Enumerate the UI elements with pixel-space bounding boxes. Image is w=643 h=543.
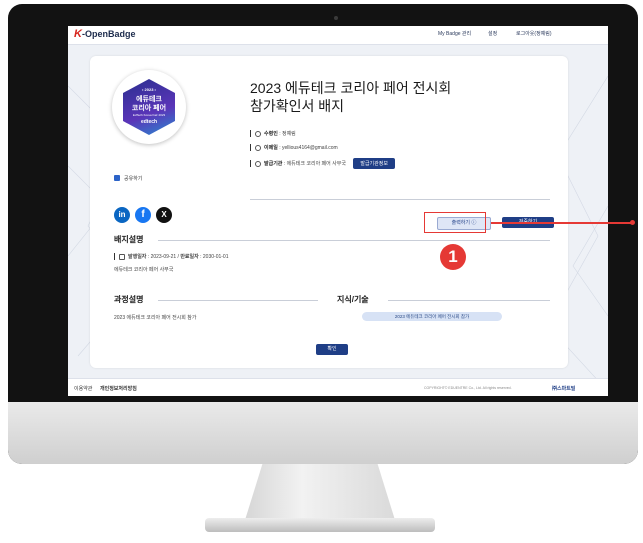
skill-tag[interactable]: 2023 에듀테크 코리아 페어 전시회 참가	[362, 312, 502, 321]
camera	[334, 16, 338, 20]
badge-description-text: 에듀테크 코리아 페어 사무국	[114, 267, 174, 273]
footer: 이용약관 개인정보처리방침 COPYRIGHT© EDUENTRE Co., L…	[68, 378, 608, 396]
callout-dot	[630, 220, 635, 225]
openbadge-logo[interactable]: K-OpenBadge	[74, 28, 135, 40]
badge-description-title: 배지설명	[114, 235, 144, 244]
share-checkbox[interactable]	[114, 175, 120, 188]
badge-dates: 발행일자 : 2023-09-21 / 만료일자 : 2030-01-01	[114, 253, 228, 261]
monitor-base	[205, 518, 435, 532]
nav-logout[interactable]: 로그아웃(정예림)	[516, 30, 552, 37]
skills-title: 지식/기술	[337, 295, 369, 304]
course-title: 과정설명	[114, 295, 144, 304]
email-row: 이메일 : yellious4164@gmail.com	[250, 144, 338, 152]
user-icon	[255, 130, 261, 137]
share-label: 공유하기	[124, 176, 143, 182]
divider	[158, 300, 318, 301]
confirm-button[interactable]: 확인	[316, 344, 348, 355]
badge-subtitle: EdTech Korea Fair 2023	[132, 113, 166, 117]
linkedin-icon[interactable]: in	[114, 207, 130, 223]
divider	[158, 240, 550, 241]
badge-image: • 2023 • 에듀테크 코리아 페어 EdTech Korea Fair 2…	[112, 70, 186, 144]
print-button-highlight	[424, 212, 486, 233]
badge-hexagon: • 2023 • 에듀테크 코리아 페어 EdTech Korea Fair 2…	[123, 79, 175, 135]
nav-my-badge[interactable]: My Badge 관리	[438, 30, 471, 37]
divider	[388, 300, 550, 301]
company-logo: ㈜스마트빌	[552, 386, 576, 392]
monitor-stand	[244, 464, 396, 522]
badge-detail-card: • 2023 • 에듀테크 코리아 페어 EdTech Korea Fair 2…	[90, 56, 568, 368]
screen: K-OpenBadge My Badge 관리 설정 로그아웃(정예림) • 2…	[68, 26, 608, 396]
badge-title-line1: 2023 에듀테크 코리아 페어 전시회	[250, 80, 452, 96]
badge-line2: 코리아 페어	[131, 105, 167, 112]
callout-line	[491, 222, 631, 224]
calendar-icon	[119, 253, 125, 260]
course-text: 2023 에듀테크 코리아 페어 전시회 참가	[114, 315, 197, 321]
badge-year: • 2023 •	[142, 87, 156, 92]
facebook-icon[interactable]: f	[135, 207, 151, 223]
badge-brand: edtech	[140, 119, 158, 125]
divider	[250, 199, 550, 200]
nav-settings[interactable]: 설정	[488, 30, 497, 37]
badge-title-line2: 참가확인서 배지	[250, 98, 345, 114]
step-number-badge: 1	[440, 244, 466, 270]
check-circle-icon	[255, 160, 261, 167]
privacy-link[interactable]: 개인정보처리방침	[100, 385, 137, 392]
top-navigation-bar: K-OpenBadge My Badge 관리 설정 로그아웃(정예림)	[68, 26, 608, 45]
copyright-text: COPYRIGHT© EDUENTRE Co., Ltd. All rights…	[424, 386, 512, 390]
issuer-row: 발급기관 : 에듀테크 코리아 페어 사무국 발급기관정보	[250, 158, 395, 169]
terms-link[interactable]: 이용약관	[74, 385, 92, 392]
issuer-info-button[interactable]: 발급기관정보	[353, 158, 395, 169]
checkmark-icon	[114, 183, 120, 188]
x-icon[interactable]: X	[156, 207, 172, 223]
at-icon	[255, 144, 261, 151]
monitor-chin	[8, 402, 638, 464]
recipient-row: 수령인 : 정예림	[250, 130, 296, 138]
